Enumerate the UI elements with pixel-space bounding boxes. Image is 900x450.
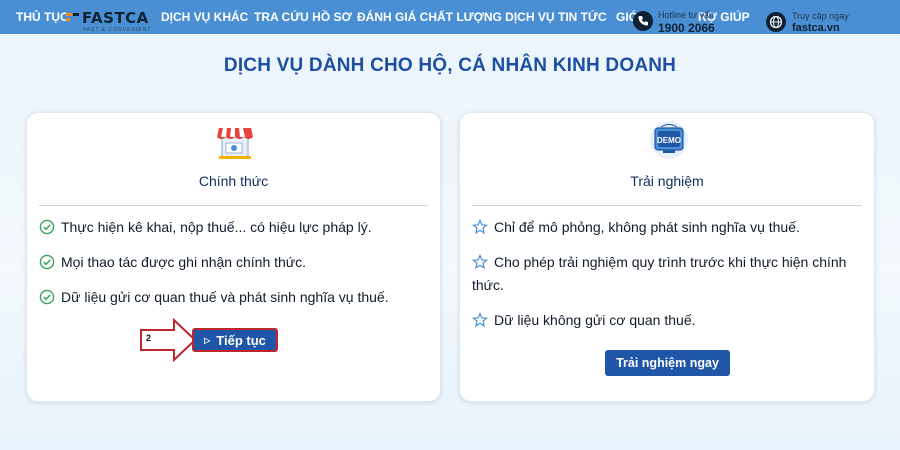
nav-item-tra-cuu-ho-so[interactable]: TRA CỨU HỒ SƠ	[254, 10, 352, 24]
nav-item-thu-tuc[interactable]: THỦ TỤC	[16, 10, 69, 24]
check-circle-icon	[39, 219, 55, 235]
demo-icon: DEMO	[650, 121, 688, 159]
check-circle-icon	[39, 254, 55, 270]
phone-icon	[633, 11, 653, 31]
trial-divider	[472, 205, 862, 206]
page-title: DỊCH VỤ DÀNH CHO HỘ, CÁ NHÂN KINH DOANH	[223, 55, 677, 76]
store-icon	[217, 128, 253, 159]
trial-feature: Chỉ để mô phỏng, không phát sinh nghĩa v…	[472, 216, 860, 239]
try-now-button[interactable]: Trải nghiệm ngay	[605, 350, 730, 376]
access-label: Truy cập ngay	[792, 11, 849, 21]
play-icon: ▷	[204, 335, 211, 345]
official-feature-text: Thực hiện kê khai, nộp thuế... có hiệu l…	[61, 219, 372, 235]
logo-text: FASTCA	[82, 9, 149, 27]
access-site[interactable]: Truy cập ngay fastca.vn	[766, 10, 886, 36]
continue-button[interactable]: ▷ Tiếp tục	[192, 328, 278, 352]
nav-item-dich-vu-khac[interactable]: DỊCH VỤ KHÁC	[161, 10, 248, 24]
official-card: Chính thức Thực hiện kê khai, nộp thuế..…	[26, 112, 441, 402]
trial-feature: Dữ liệu không gửi cơ quan thuế.	[472, 309, 860, 332]
star-icon	[472, 254, 488, 270]
official-title: Chính thức	[198, 173, 269, 189]
nav-item-danh-gia[interactable]: ĐÁNH GIÁ CHẤT LƯỢNG DỊCH VỤ	[357, 10, 555, 24]
hotline[interactable]: Hotline tư vấn 1900 2066	[633, 8, 743, 35]
official-feature: Thực hiện kê khai, nộp thuế... có hiệu l…	[39, 216, 426, 239]
hotline-label: Hotline tư vấn	[658, 10, 715, 20]
star-icon	[472, 219, 488, 235]
trial-card: DEMO Trải nghiệm Chỉ để mô phỏng, không …	[459, 112, 875, 402]
logo-mark-icon	[66, 13, 79, 21]
globe-icon	[766, 12, 786, 32]
continue-button-label: Tiếp tục	[216, 332, 266, 348]
trial-feature-text: Dữ liệu không gửi cơ quan thuế.	[494, 312, 696, 328]
access-site-url[interactable]: fastca.vn	[792, 22, 840, 34]
trial-feature-text: Chỉ để mô phỏng, không phát sinh nghĩa v…	[494, 219, 800, 235]
trial-feature: Cho phép trải nghiệm quy trình trước khi…	[472, 251, 860, 297]
fastca-logo[interactable]: FASTCA FAST & CONVENIENT	[66, 7, 166, 35]
trial-feature-text: Cho phép trải nghiệm quy trình trước khi…	[472, 254, 847, 293]
nav-item-tin-tuc[interactable]: TIN TỨC	[558, 10, 607, 24]
official-feature: Dữ liệu gửi cơ quan thuế và phát sinh ng…	[39, 286, 426, 309]
star-icon	[472, 312, 488, 328]
hotline-number[interactable]: 1900 2066	[658, 21, 715, 35]
official-feature: Mọi thao tác được ghi nhận chính thức.	[39, 251, 426, 274]
official-feature-text: Mọi thao tác được ghi nhận chính thức.	[61, 254, 307, 270]
check-circle-icon	[39, 289, 55, 305]
step-number: 2	[146, 333, 152, 343]
logo-tagline: FAST & CONVENIENT	[83, 27, 152, 33]
trial-title: Trải nghiệm	[630, 173, 704, 189]
official-divider	[39, 205, 428, 206]
continue-callout: 2 ▷ Tiếp tục	[140, 318, 282, 362]
official-feature-text: Dữ liệu gửi cơ quan thuế và phát sinh ng…	[61, 289, 389, 305]
demo-icon-text: DEMO	[657, 136, 681, 145]
